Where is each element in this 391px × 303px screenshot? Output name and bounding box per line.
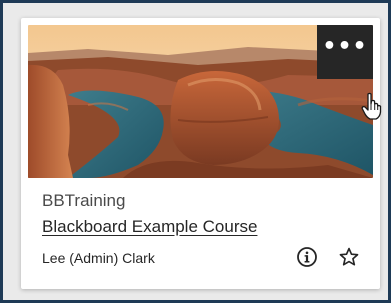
more-options-icon: ••• [322, 34, 368, 59]
favorite-button[interactable] [338, 246, 360, 268]
info-icon [297, 247, 317, 267]
course-banner-image[interactable]: ••• [28, 25, 373, 178]
more-options-button[interactable]: ••• [317, 25, 373, 79]
hand-cursor-icon [361, 92, 382, 120]
course-organization: BBTraining [42, 191, 126, 210]
course-card[interactable]: ••• BBTraining Blackboard Example Course… [21, 18, 380, 289]
info-button[interactable] [296, 246, 318, 268]
course-instructor: Lee (Admin) Clark [42, 250, 155, 266]
star-outline-icon [339, 247, 359, 266]
course-title-link[interactable]: Blackboard Example Course [42, 217, 257, 237]
